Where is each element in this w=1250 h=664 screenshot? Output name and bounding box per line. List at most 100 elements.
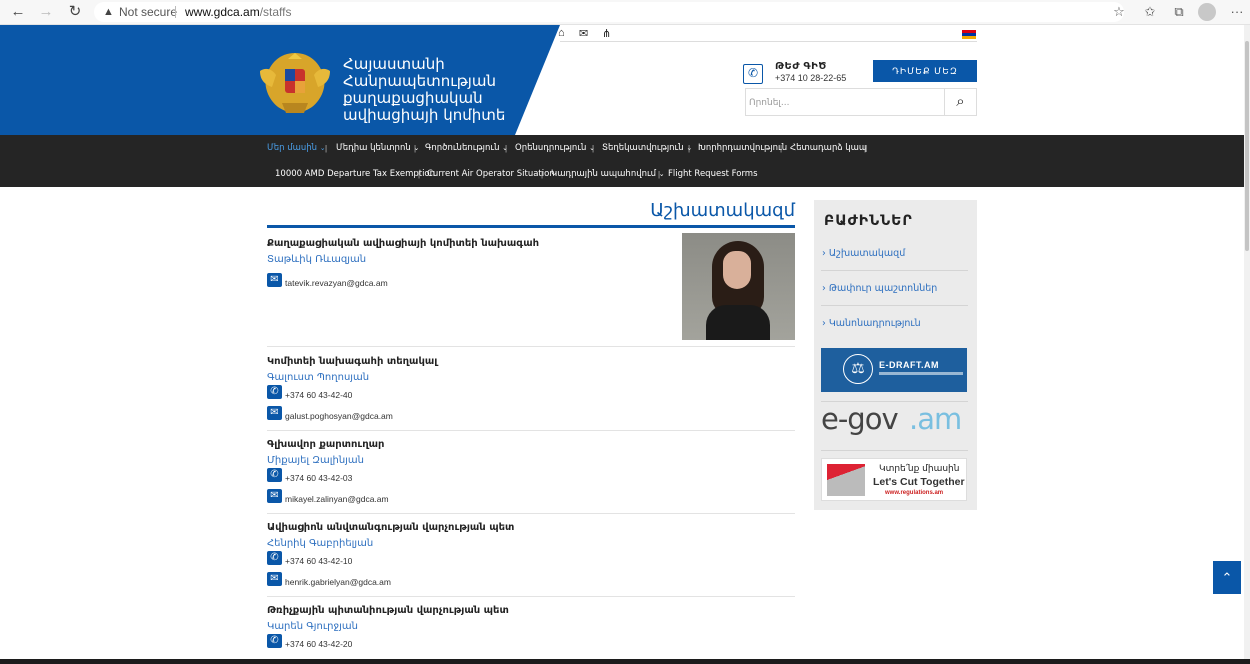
sidebar-link-vacancies[interactable]: › Թափուր պաշտոններ [822, 283, 937, 294]
scroll-to-top-button[interactable]: ⌃ [1213, 561, 1241, 594]
staff-email[interactable]: mikayel.zalinyan@gdca.am [285, 494, 389, 504]
scrollbar-thumb[interactable] [1245, 41, 1249, 251]
page-scrollbar[interactable] [1244, 25, 1250, 664]
back-arrow-icon[interactable]: ← [8, 3, 28, 21]
home-icon[interactable]: ⌂ [558, 27, 565, 39]
phone-icon: ✆ [267, 468, 282, 482]
nav-separator: | [688, 144, 691, 153]
nav-separator: | [418, 170, 421, 179]
sidebar-link-charter[interactable]: › Կանոնադրություն [822, 318, 921, 329]
forward-arrow-icon[interactable]: → [36, 3, 56, 21]
nav-separator: | [325, 144, 328, 153]
egov-banner[interactable]: e-gov .am [821, 402, 967, 440]
nav-separator: | [505, 144, 508, 153]
sidebar-link-staff[interactable]: › Աշխատակազմ [822, 248, 905, 259]
edraft-banner[interactable]: ⚖ E-DRAFT.AM [821, 348, 967, 392]
staff-phone: +374 60 43-42-40 [285, 390, 353, 400]
nav-label: Մեր մասին [267, 143, 318, 153]
header-divider [560, 41, 977, 42]
security-label: Not secure [119, 5, 178, 19]
mail-icon[interactable]: ✉ [579, 27, 588, 40]
nav-label: Օրենսդրություն [515, 143, 587, 153]
edraft-subline [879, 372, 963, 375]
staff-email[interactable]: henrik.gabrielyan@gdca.am [285, 577, 391, 587]
nav-item-air-operator[interactable]: Current Air Operator Situation [427, 169, 555, 179]
staff-name[interactable]: Միքայել Զալինյան [267, 455, 795, 466]
title-underline [267, 225, 795, 228]
nav-separator: | [414, 144, 417, 153]
nav-item-activity[interactable]: Գործունեություն ⌄ [425, 143, 508, 153]
staff-phone: +374 60 43-42-10 [285, 556, 353, 566]
browser-toolbar: ← → ↻ ▲ Not secure www.gdca.am/staffs ☆ … [0, 0, 1250, 25]
nav-item-media[interactable]: Մեդիա կենտրոն ⌄ [336, 143, 419, 153]
email-icon: ✉ [267, 406, 282, 420]
staff-name[interactable]: Տաթևիկ Ռևազյան [267, 254, 795, 265]
staff-email[interactable]: galust.poghosyan@gdca.am [285, 411, 393, 421]
address-separator [175, 6, 176, 18]
nav-item-contact[interactable]: Հետադարձ կապ [790, 143, 867, 153]
paper-stack-icon [827, 464, 865, 496]
profile-icon[interactable] [1198, 3, 1216, 21]
brand-line: Հայաստանի [343, 55, 445, 73]
address-bar[interactable]: ▲ Not secure www.gdca.am/staffs [94, 2, 1124, 22]
tabs-icon[interactable]: ⧉ [1169, 3, 1189, 21]
staff-phone: +374 60 43-42-03 [285, 473, 353, 483]
staff-phone-line: ✆ +374 60 43-42-40 [267, 385, 795, 404]
brand-line: ավիացիայի կոմիտե [343, 106, 506, 124]
main-nav: Մեր մասին ⌄ | Մեդիա կենտրոն ⌄ | Գործունե… [0, 135, 1250, 187]
staff-email[interactable]: tatevik.revazyan@gdca.am [285, 278, 388, 288]
edraft-label: E-DRAFT.AM [879, 360, 939, 370]
armenian-flag-icon[interactable] [962, 30, 976, 39]
menu-icon[interactable]: ··· [1227, 3, 1247, 21]
os-taskbar [0, 659, 1250, 664]
photo-body [706, 305, 770, 340]
staff-position: Քաղաքացիական ավիացիայի կոմիտեի նախագահ [267, 238, 540, 249]
nav-item-tax-exemption[interactable]: 10000 AMD Departure Tax Exemption [275, 169, 435, 179]
nav-item-consultation[interactable]: Խորհրդատվություն [698, 143, 787, 153]
email-icon: ✉ [267, 489, 282, 503]
sitemap-icon[interactable]: ⋔ [602, 27, 611, 40]
nav-item-legislation[interactable]: Օրենսդրություն ⌄ [515, 143, 595, 153]
nav-item-staffing[interactable]: Կադրային ապահովում ⌄ [551, 169, 665, 179]
phone-icon: ✆ [267, 634, 282, 648]
staff-email-line: ✉ tatevik.revazyan@gdca.am [267, 273, 795, 292]
nav-item-flight-forms[interactable]: Flight Request Forms [668, 169, 758, 179]
phone-icon: ✆ [267, 551, 282, 565]
staff-entry: Թռիչքային պիտանիության վարչության պետ Կա… [267, 605, 795, 653]
staff-name[interactable]: Գալուստ Պողոսյան [267, 372, 795, 383]
regulations-banner[interactable]: Կտրե՛նք միասին Let's Cut Together www.re… [821, 458, 967, 501]
staff-position: Կոմիտեի նախագահի տեղակալ [267, 356, 438, 367]
staff-phone: +374 60 43-42-20 [285, 639, 353, 649]
staff-entry: Կոմիտեի նախագահի տեղակալ Գալուստ Պողոսյա… [267, 356, 795, 425]
nav-separator: | [541, 170, 544, 179]
sidebar-divider [821, 305, 968, 306]
sidebar-divider [821, 270, 968, 271]
nav-item-about[interactable]: Մեր մասին ⌄ [267, 143, 326, 153]
sidebar-link-label: Թափուր պաշտոններ [828, 283, 938, 294]
phone-icon: ✆ [743, 64, 763, 84]
staff-email-line: ✉ henrik.gabrielyan@gdca.am [267, 572, 795, 591]
collections-icon[interactable]: ✩ [1140, 3, 1160, 21]
phone-icon: ✆ [267, 385, 282, 399]
staff-divider [267, 596, 795, 597]
regulations-arm-label: Կտրե՛նք միասին [879, 464, 960, 474]
brand-name[interactable]: Հայաստանի Հանրապետության քաղաքացիական ավ… [343, 56, 505, 124]
hotline-label: ԹԵԺ ԳԻԾ [775, 61, 827, 72]
staff-email-line: ✉ mikayel.zalinyan@gdca.am [267, 489, 795, 508]
staff-name[interactable]: Կարեն Գյուրջյան [267, 621, 795, 632]
search-input[interactable]: Որոնել... [745, 88, 945, 116]
search-icon[interactable]: ⌕ [944, 88, 977, 116]
contact-us-button[interactable]: ԴԻՄԵՔ ՄԵԶ [873, 60, 977, 82]
staff-divider [267, 346, 795, 347]
staff-divider [267, 430, 795, 431]
staff-entry: Գլխավոր քարտուղար Միքայել Զալինյան ✆ +37… [267, 439, 795, 508]
favorite-icon[interactable]: ☆ [1109, 3, 1129, 21]
nav-separator: | [780, 144, 783, 153]
nav-item-information[interactable]: Տեղեկատվություն ⌄ [602, 143, 692, 153]
coat-of-arms-icon[interactable] [256, 47, 334, 119]
nav-label: Տեղեկատվություն [602, 143, 684, 153]
staff-name[interactable]: Հենրիկ Գաբրիելյան [267, 538, 795, 549]
staff-position: Թռիչքային պիտանիության վարչության պետ [267, 605, 509, 616]
reload-icon[interactable]: ↻ [65, 3, 85, 21]
regulations-en-label: Let's Cut Together [873, 476, 965, 488]
